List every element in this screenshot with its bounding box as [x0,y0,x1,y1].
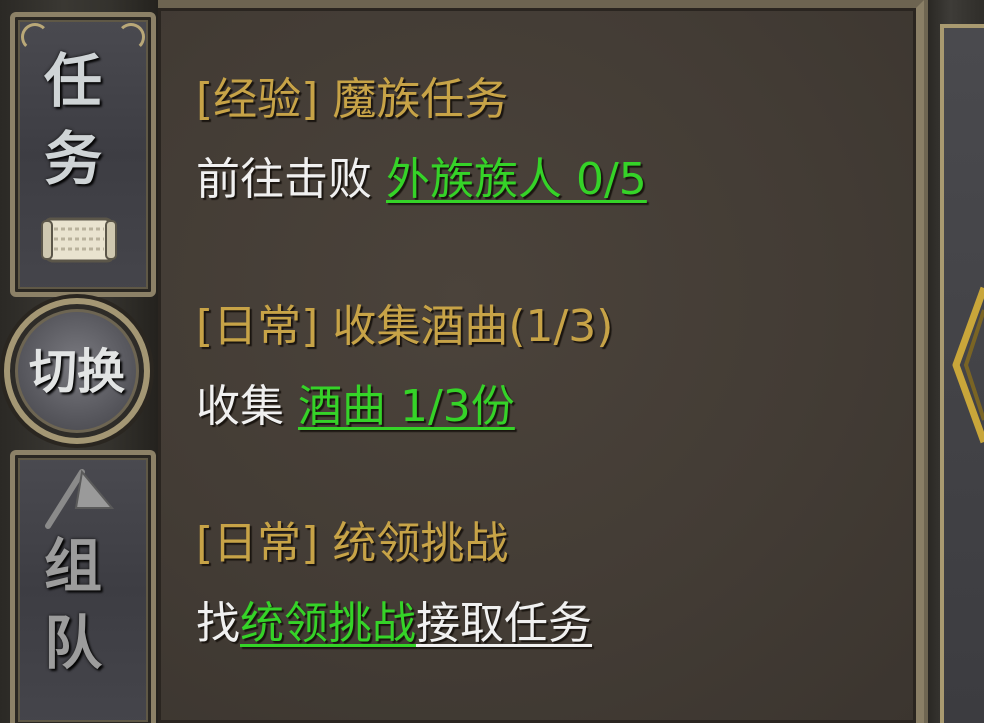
side-tab-strip: 任 务 切换 组 队 [0,0,158,723]
ornament-corner-icon [117,23,145,51]
task-tab-label-char: 任 [43,47,102,115]
triangle-icon [45,469,115,529]
chevron-left-icon[interactable] [946,280,984,450]
quest-desc-text: 找 [196,598,240,649]
quest-title: [日常] 统领挑战 [196,518,509,569]
quest-title: [日常] 收集酒曲(1/3) [196,301,614,352]
quest-desc: 找统领挑战接取任务 [196,598,592,650]
quest-panel: [经验] 魔族任务 前往击败 外族族人 0/5 [日常] 收集酒曲(1/3) 收… [158,0,924,723]
quest-target-link[interactable]: 统领挑战 [240,598,416,649]
quest-desc-text: 前往击败 [196,154,386,205]
quest-desc-link-tail[interactable]: 接取任务 [416,598,592,649]
quest-target-link[interactable]: 酒曲 1/3份 [298,381,515,432]
task-tab-label-char: 务 [43,125,102,193]
quest-desc: 前往击败 外族族人 0/5 [196,154,647,206]
quest-title: [经验] 魔族任务 [196,74,509,125]
quest-desc: 收集 酒曲 1/3份 [196,381,613,433]
quest-desc-text: 收集 [196,381,298,432]
game-ui: 任 务 切换 组 队 [经验] 魔族任务 前往击败 外族族人 0/5 [日常] … [0,0,984,723]
quest-item[interactable]: [日常] 收集酒曲(1/3) 收集 酒曲 1/3份 [196,301,613,433]
team-tab-label-char: 组 [43,532,102,600]
quest-item[interactable]: [日常] 统领挑战 找统领挑战接取任务 [196,518,592,650]
right-side-strip [924,0,984,723]
scroll-icon [41,217,117,263]
quest-item[interactable]: [经验] 魔族任务 前往击败 外族族人 0/5 [196,74,647,206]
switch-button[interactable]: 切换 [4,298,150,444]
quest-target-link[interactable]: 外族族人 0/5 [386,154,647,205]
team-tab-label-char: 队 [43,609,102,677]
switch-button-label: 切换 [28,344,125,400]
